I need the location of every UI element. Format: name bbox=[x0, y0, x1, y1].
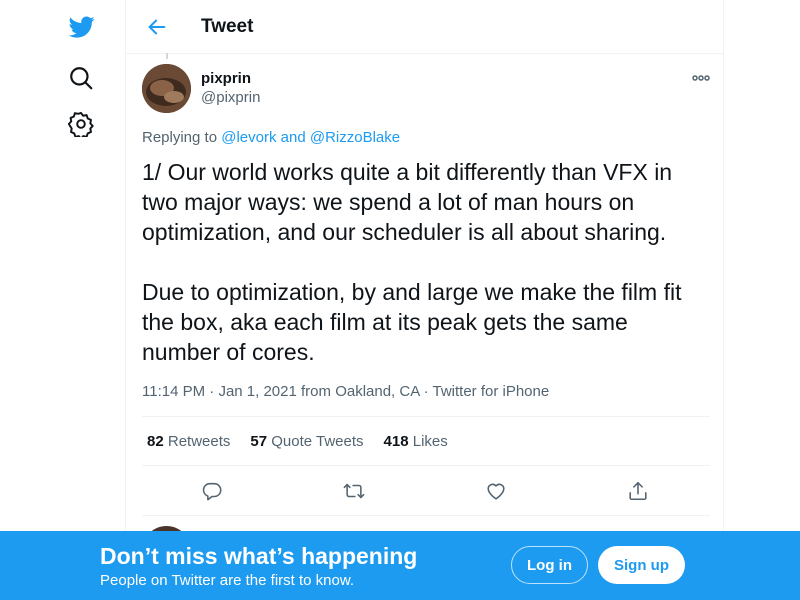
meta-from: from bbox=[301, 383, 332, 400]
avatar[interactable] bbox=[142, 64, 191, 113]
like-icon[interactable] bbox=[483, 478, 509, 504]
tweet-date[interactable]: Jan 1, 2021 bbox=[218, 383, 296, 400]
retweets-label: Retweets bbox=[167, 432, 231, 450]
share-icon[interactable] bbox=[625, 478, 651, 504]
quotes-label: Quote Tweets bbox=[271, 432, 364, 450]
back-arrow-icon[interactable] bbox=[143, 13, 171, 41]
banner-title: Don’t miss what’s happening bbox=[100, 543, 418, 569]
tweet-time[interactable]: 11:14 PM bbox=[142, 383, 205, 400]
tweet-metadata: 11:14 PM · Jan 1, 2021 from Oakland, CA … bbox=[142, 383, 549, 400]
user-handle[interactable]: @pixprin bbox=[201, 89, 260, 106]
quotes-stat[interactable]: 57 Quote Tweets bbox=[250, 433, 363, 450]
tweet-text: 1/ Our world works quite a bit different… bbox=[142, 157, 702, 367]
tweet-location[interactable]: Oakland, CA bbox=[335, 383, 419, 400]
login-button[interactable]: Log in bbox=[511, 546, 588, 584]
replying-user-rizzoblake[interactable]: @RizzoBlake bbox=[310, 129, 400, 146]
display-name[interactable]: pixprin bbox=[201, 70, 251, 87]
replying-to: Replying to @levork and @RizzoBlake bbox=[142, 129, 400, 146]
retweets-stat[interactable]: 82 Retweets bbox=[147, 433, 230, 450]
likes-stat[interactable]: 418 Likes bbox=[384, 433, 448, 450]
likes-label: Likes bbox=[412, 432, 448, 450]
replying-prefix: Replying to bbox=[142, 129, 218, 146]
page-title: Tweet bbox=[201, 16, 254, 37]
header: Tweet bbox=[126, 0, 723, 54]
likes-count: 418 bbox=[383, 432, 409, 450]
meta-separator: · bbox=[423, 383, 429, 400]
tweet-stats: 82 Retweets 57 Quote Tweets 418 Likes bbox=[142, 416, 710, 466]
tweet-paragraph-1: 1/ Our world works quite a bit different… bbox=[142, 159, 673, 245]
banner-subtitle: People on Twitter are the first to know. bbox=[100, 572, 355, 589]
tweet-paragraph-2: Due to optimization, by and large we mak… bbox=[142, 279, 682, 365]
reply-icon[interactable] bbox=[199, 478, 225, 504]
quotes-count: 57 bbox=[250, 432, 268, 450]
retweets-count: 82 bbox=[147, 432, 164, 450]
gear-icon[interactable] bbox=[66, 109, 96, 139]
tweet-actions bbox=[142, 466, 710, 516]
retweet-icon[interactable] bbox=[341, 478, 367, 504]
replying-and[interactable]: and bbox=[281, 129, 306, 146]
signup-button[interactable]: Sign up bbox=[598, 546, 685, 584]
thread-line bbox=[166, 53, 168, 59]
main-column: Tweet pixprin @pixprin Replying to @levo… bbox=[125, 0, 724, 600]
search-icon[interactable] bbox=[66, 63, 96, 93]
replying-user-levork[interactable]: @levork bbox=[221, 129, 276, 146]
left-rail bbox=[0, 0, 125, 600]
twitter-logo-icon[interactable] bbox=[67, 12, 97, 42]
tweet-source[interactable]: Twitter for iPhone bbox=[432, 383, 549, 400]
meta-separator: · bbox=[209, 383, 215, 400]
more-icon[interactable] bbox=[686, 64, 716, 92]
